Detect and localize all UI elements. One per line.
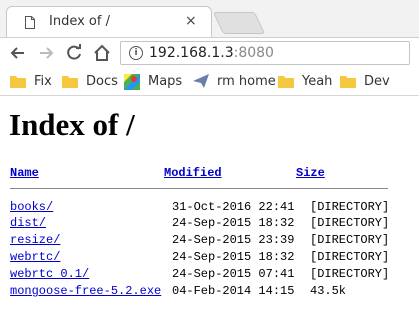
file-size: 43.5k bbox=[310, 284, 347, 298]
folder-icon bbox=[62, 76, 78, 88]
tab-strip: Index of / × bbox=[0, 0, 419, 38]
bookmark-label: rm home bbox=[217, 74, 276, 89]
modified-date: 04-Feb-2014 14:15 bbox=[172, 284, 295, 298]
modified-date: 24-Sep-2015 23:39 bbox=[172, 233, 295, 247]
bookmark-label: Yeah bbox=[302, 74, 333, 89]
address-bar[interactable]: i 192.168.1.3:8080 bbox=[120, 41, 410, 65]
file-size: [DIRECTORY] bbox=[310, 250, 390, 264]
maps-icon bbox=[124, 74, 140, 90]
file-link[interactable]: mongoose-free-5.2.exe bbox=[10, 284, 161, 298]
back-arrow-icon[interactable] bbox=[8, 43, 28, 63]
file-link[interactable]: webrtc/ bbox=[10, 250, 60, 264]
url-text: 192.168.1.3:8080 bbox=[149, 45, 274, 61]
modified-date: 24-Sep-2015 18:32 bbox=[172, 250, 295, 264]
new-tab-button[interactable] bbox=[212, 12, 266, 34]
url-port: :8080 bbox=[233, 45, 274, 61]
column-header-size[interactable]: Size bbox=[296, 166, 325, 180]
bookmark-label: Maps bbox=[148, 74, 183, 89]
file-link[interactable]: dist/ bbox=[10, 216, 46, 230]
file-link[interactable]: books/ bbox=[10, 200, 53, 214]
close-tab-icon[interactable]: × bbox=[185, 13, 197, 29]
file-link[interactable]: webrtc 0.1/ bbox=[10, 267, 89, 281]
bookmark-label: Fix bbox=[34, 74, 52, 89]
file-link[interactable]: resize/ bbox=[10, 233, 60, 247]
folder-icon bbox=[278, 76, 294, 88]
modified-date: 31-Oct-2016 22:41 bbox=[172, 200, 295, 214]
modified-date: 24-Sep-2015 07:41 bbox=[172, 267, 295, 281]
bookmark-label: Dev bbox=[364, 74, 390, 89]
send-icon bbox=[193, 74, 209, 88]
file-size: [DIRECTORY] bbox=[310, 233, 390, 247]
page-title: Index of / bbox=[9, 107, 135, 142]
navigation-toolbar: i 192.168.1.3:8080 bbox=[0, 37, 419, 70]
modified-date: 24-Sep-2015 18:32 bbox=[172, 216, 295, 230]
tab-title: Index of / bbox=[49, 14, 110, 29]
column-header-modified[interactable]: Modified bbox=[164, 166, 222, 180]
browser-tab[interactable]: Index of / × bbox=[6, 6, 212, 38]
info-icon[interactable]: i bbox=[129, 46, 143, 60]
page-content: Index of / Name Modified Size books/ 31-… bbox=[0, 96, 419, 310]
bookmark-label: Docs bbox=[86, 74, 118, 89]
reload-icon[interactable] bbox=[64, 43, 84, 63]
folder-icon bbox=[340, 76, 356, 88]
column-header-name[interactable]: Name bbox=[10, 166, 39, 180]
page-icon bbox=[25, 16, 35, 29]
home-icon[interactable] bbox=[92, 43, 112, 63]
file-size: [DIRECTORY] bbox=[310, 267, 390, 281]
file-size: [DIRECTORY] bbox=[310, 200, 390, 214]
header-divider bbox=[10, 188, 388, 189]
forward-arrow-icon[interactable] bbox=[36, 43, 56, 63]
file-size: [DIRECTORY] bbox=[310, 216, 390, 230]
bookmarks-bar: Fix Docs Maps rm home Yeah Dev bbox=[0, 69, 419, 96]
folder-icon bbox=[10, 76, 26, 88]
url-host: 192.168.1.3 bbox=[149, 45, 234, 61]
